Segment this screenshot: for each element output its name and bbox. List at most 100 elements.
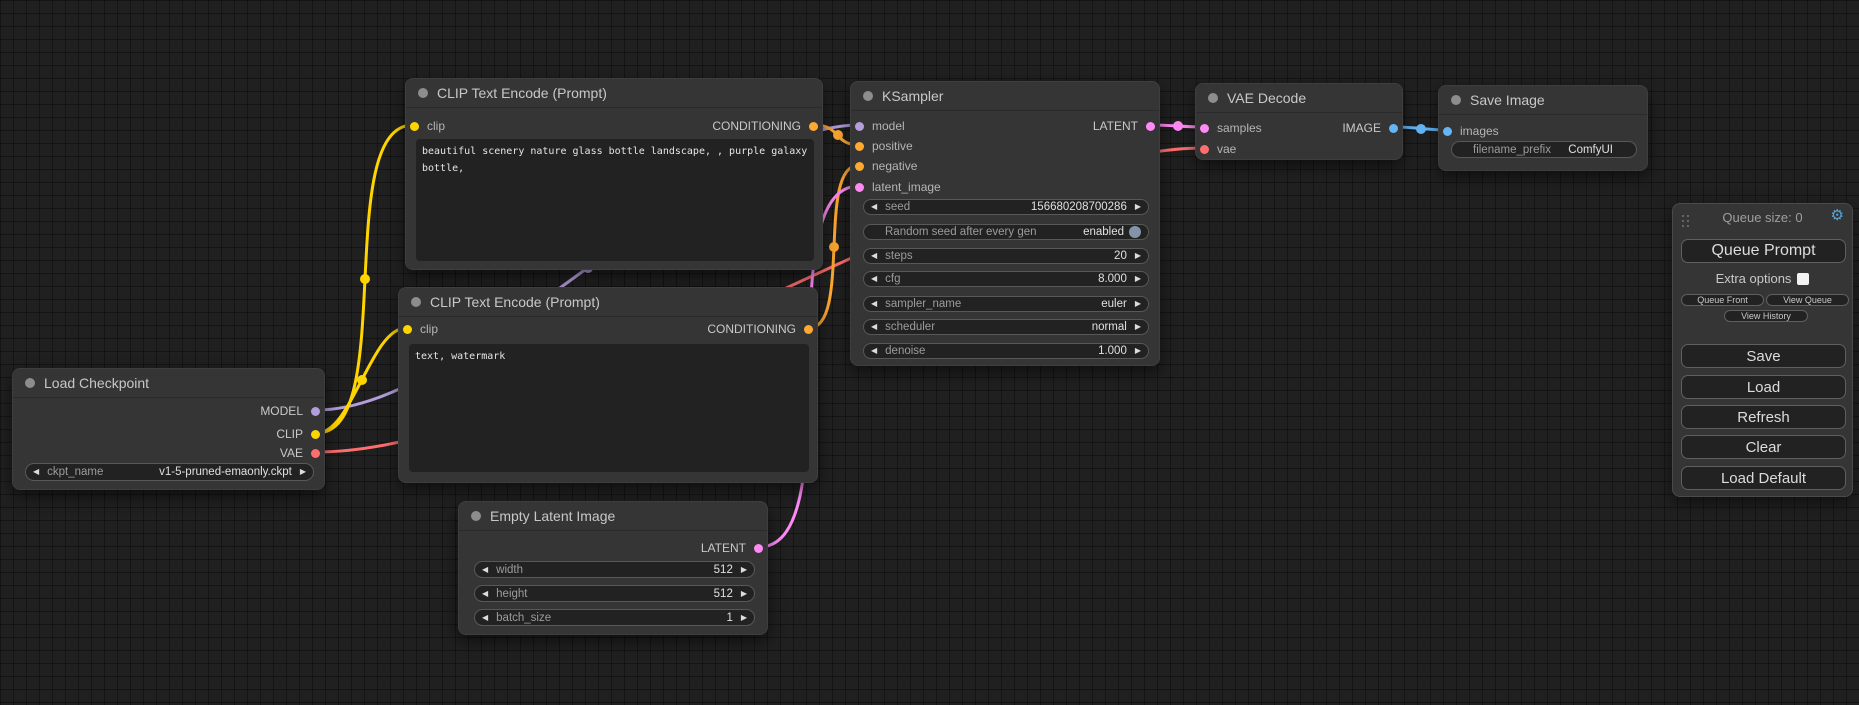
node-title-bar[interactable]: CLIP Text Encode (Prompt) [399,288,817,317]
input-slot-vae[interactable]: vae [1200,140,1236,158]
queue-front-button[interactable]: Queue Front [1681,294,1764,306]
decrement-arrow-icon[interactable]: ◀ [871,323,877,331]
conditioning-output-dot[interactable] [804,325,813,334]
settings-gear-icon[interactable]: ⚙ [1831,208,1844,223]
clip-input-dot[interactable] [403,325,412,334]
increment-arrow-icon[interactable]: ▶ [1135,252,1141,260]
model-input-dot[interactable] [855,122,864,131]
vae-output-dot[interactable] [311,449,320,458]
increment-arrow-icon[interactable]: ▶ [1135,203,1141,211]
negative-prompt-textarea[interactable]: text, watermark [409,344,809,472]
output-slot-image[interactable]: IMAGE [1342,119,1398,137]
load-button[interactable]: Load [1681,375,1846,399]
output-slot-clip[interactable]: CLIP [276,425,320,443]
collapse-dot-icon[interactable] [1451,95,1461,105]
input-slot-model[interactable]: model [855,117,905,135]
random-seed-toggle[interactable] [1129,226,1141,238]
decrement-arrow-icon[interactable]: ◀ [871,252,877,260]
queue-prompt-button[interactable]: Queue Prompt [1681,239,1846,263]
conditioning-output-dot[interactable] [809,122,818,131]
output-slot-latent[interactable]: LATENT [1093,117,1155,135]
collapse-dot-icon[interactable] [471,511,481,521]
collapse-dot-icon[interactable] [418,88,428,98]
decrement-arrow-icon[interactable]: ◀ [871,347,877,355]
widget-width[interactable]: ◀ width 512 ▶ [474,561,755,578]
decrement-arrow-icon[interactable]: ◀ [871,275,877,283]
increment-arrow-icon[interactable]: ▶ [1135,347,1141,355]
latent-output-dot[interactable] [1146,122,1155,131]
load-default-button[interactable]: Load Default [1681,466,1846,490]
widget-cfg[interactable]: ◀ cfg 8.000 ▶ [863,271,1149,287]
node-title-bar[interactable]: Load Checkpoint [13,369,324,398]
node-title-bar[interactable]: CLIP Text Encode (Prompt) [406,79,822,108]
input-slot-latent-image[interactable]: latent_image [855,178,941,196]
link-midpoint-dot[interactable] [357,375,367,385]
increment-arrow-icon[interactable]: ▶ [1135,275,1141,283]
output-slot-conditioning[interactable]: CONDITIONING [712,117,818,135]
widget-scheduler[interactable]: ◀ scheduler normal ▶ [863,319,1149,335]
link-midpoint-dot[interactable] [360,274,370,284]
comfyui-canvas[interactable]: { "icons": { "arrow_left": "◀", "arrow_r… [0,0,1859,705]
increment-arrow-icon[interactable]: ▶ [300,468,306,476]
decrement-arrow-icon[interactable]: ◀ [482,566,488,574]
collapse-dot-icon[interactable] [411,297,421,307]
increment-arrow-icon[interactable]: ▶ [741,566,747,574]
widget-sampler-name[interactable]: ◀ sampler_name euler ▶ [863,296,1149,312]
decrement-arrow-icon[interactable]: ◀ [482,614,488,622]
input-slot-positive[interactable]: positive [855,137,913,155]
increment-arrow-icon[interactable]: ▶ [741,614,747,622]
input-slot-samples[interactable]: samples [1200,119,1262,137]
decrement-arrow-icon[interactable]: ◀ [482,590,488,598]
link-midpoint-dot[interactable] [833,130,843,140]
collapse-dot-icon[interactable] [863,91,873,101]
increment-arrow-icon[interactable]: ▶ [741,590,747,598]
vae-input-dot[interactable] [1200,145,1209,154]
node-title-bar[interactable]: KSampler [851,82,1159,111]
samples-input-dot[interactable] [1200,124,1209,133]
images-input-dot[interactable] [1443,127,1452,136]
widget-filename-prefix[interactable]: filename_prefix ComfyUI [1451,141,1637,158]
input-slot-clip[interactable]: clip [403,320,438,338]
refresh-button[interactable]: Refresh [1681,405,1846,429]
positive-prompt-textarea[interactable]: beautiful scenery nature glass bottle la… [416,139,814,261]
decrement-arrow-icon[interactable]: ◀ [33,468,39,476]
clear-button[interactable]: Clear [1681,435,1846,459]
node-title-bar[interactable]: VAE Decode [1196,84,1402,113]
widget-seed[interactable]: ◀ seed 156680208700286 ▶ [863,199,1149,215]
view-history-button[interactable]: View History [1724,310,1808,322]
widget-denoise[interactable]: ◀ denoise 1.000 ▶ [863,343,1149,359]
clip-output-dot[interactable] [311,430,320,439]
latent-output-dot[interactable] [754,544,763,553]
input-slot-clip[interactable]: clip [410,117,445,135]
positive-input-dot[interactable] [855,142,864,151]
node-title-bar[interactable]: Save Image [1439,86,1647,115]
decrement-arrow-icon[interactable]: ◀ [871,300,877,308]
widget-ckpt-name[interactable]: ◀ ckpt_name v1-5-pruned-emaonly.ckpt ▶ [25,463,314,481]
output-slot-vae[interactable]: VAE [280,444,320,462]
input-slot-negative[interactable]: negative [855,157,917,175]
increment-arrow-icon[interactable]: ▶ [1135,300,1141,308]
decrement-arrow-icon[interactable]: ◀ [871,203,877,211]
node-title-bar[interactable]: Empty Latent Image [459,502,767,531]
output-slot-model[interactable]: MODEL [260,402,320,420]
widget-steps[interactable]: ◀ steps 20 ▶ [863,248,1149,264]
model-output-dot[interactable] [311,407,320,416]
widget-batch-size[interactable]: ◀ batch_size 1 ▶ [474,609,755,626]
link-midpoint-dot[interactable] [1416,124,1426,134]
increment-arrow-icon[interactable]: ▶ [1135,323,1141,331]
output-slot-latent[interactable]: LATENT [701,539,763,557]
clip-input-dot[interactable] [410,122,419,131]
link-midpoint-dot[interactable] [829,242,839,252]
collapse-dot-icon[interactable] [1208,93,1218,103]
extra-options-checkbox[interactable] [1797,273,1809,285]
save-button[interactable]: Save [1681,344,1846,368]
image-output-dot[interactable] [1389,124,1398,133]
latent-input-dot[interactable] [855,183,864,192]
widget-height[interactable]: ◀ height 512 ▶ [474,585,755,602]
negative-input-dot[interactable] [855,162,864,171]
collapse-dot-icon[interactable] [25,378,35,388]
widget-random-seed[interactable]: Random seed after every gen enabled [863,224,1149,240]
link-midpoint-dot[interactable] [1173,121,1183,131]
input-slot-images[interactable]: images [1443,122,1499,140]
view-queue-button[interactable]: View Queue [1766,294,1849,306]
